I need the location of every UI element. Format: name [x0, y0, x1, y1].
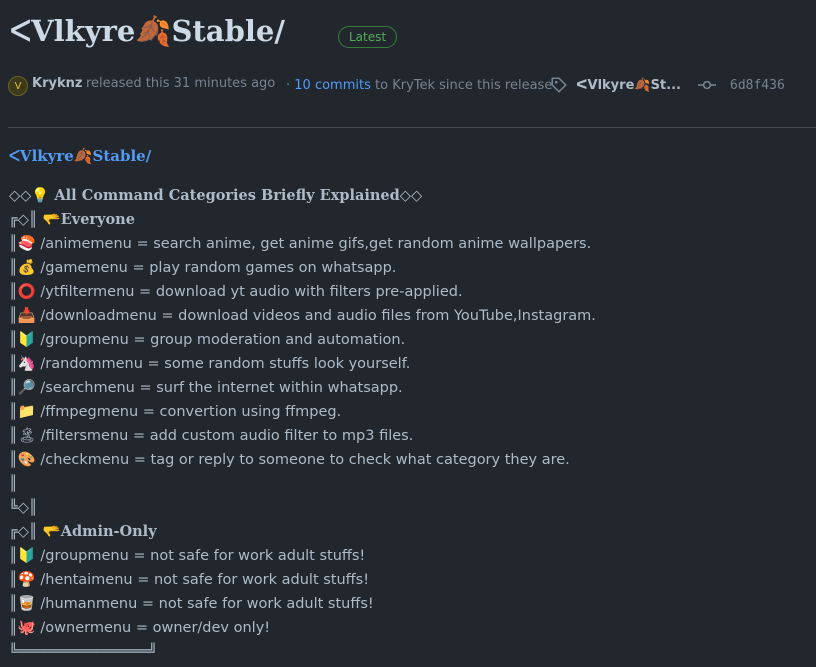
commit-sha-link[interactable]: 6d8f436 — [730, 78, 785, 93]
latest-badge: Latest — [338, 26, 398, 48]
release-notes: ◇◇💡 All Command Categories Briefly Expla… — [9, 184, 596, 664]
commits-suffix: to KryTek since this release — [375, 78, 553, 93]
separator: · — [286, 78, 291, 93]
notes-line: ║🍄 /hentaimenu = not safe for work adult… — [9, 572, 370, 588]
notes-line: ║🏝 /filtersmenu = add custom audio filte… — [9, 428, 414, 444]
notes-line: ║🔎 /searchmenu = surf the internet withi… — [9, 380, 403, 396]
tag-icon — [551, 77, 567, 93]
notes-line: ╚═══════════════╝ — [9, 644, 158, 660]
author-link[interactable]: Kryknz — [32, 76, 82, 91]
notes-line: ║🍣 /animemenu = search anime, get anime … — [9, 236, 592, 252]
release-title: ᐸVlkyre🍂Stable∕ — [10, 14, 285, 48]
notes-line: ║🔰 /groupmenu = not safe for work adult … — [9, 548, 366, 564]
notes-line: ║💰 /gamemenu = play random games on what… — [9, 260, 397, 276]
notes-line: ╚◇║ — [9, 500, 38, 516]
released-text: released this 31 minutes ago — [86, 76, 276, 91]
commits-link[interactable]: 10 commits — [294, 78, 371, 93]
notes-line: ║⭕ /ytfiltermenu = download yt audio wit… — [9, 284, 463, 300]
notes-line: ║🎨 /checkmenu = tag or reply to someone … — [9, 452, 570, 468]
notes-line: ║📁 /ffmpegmenu = convertion using ffmpeg… — [9, 404, 342, 420]
notes-line: ╔◇║ 🫳Admin-Only — [9, 523, 157, 540]
notes-line: ║📥 /downloadmenu = download videos and a… — [9, 308, 596, 324]
commits-info: · 10 commits to KryTek since this releas… — [286, 78, 552, 93]
tag-link[interactable]: ᐸVlkyre🍂St... — [576, 78, 681, 93]
notes-line: ║🥃 /humanmenu = not safe for work adult … — [9, 596, 374, 612]
notes-line: ║🦄 /randommenu = some random stuffs look… — [9, 356, 411, 372]
release-meta: V Kryknz released this 31 minutes ago · … — [8, 74, 808, 98]
notes-line: ║🐙 /ownermenu = owner/dev only! — [9, 620, 271, 636]
release-body-heading: ᐸVlkyre🍂Stable∕ — [9, 147, 152, 165]
notes-line: ╔◇║ 🫳Everyone — [9, 211, 135, 228]
avatar[interactable]: V — [8, 76, 28, 96]
notes-line: ║ — [9, 476, 18, 492]
divider — [8, 127, 816, 128]
notes-line: ◇◇💡 All Command Categories Briefly Expla… — [9, 187, 423, 204]
notes-line: ║🔰 /groupmenu = group moderation and aut… — [9, 332, 406, 348]
git-commit-icon — [698, 80, 716, 90]
